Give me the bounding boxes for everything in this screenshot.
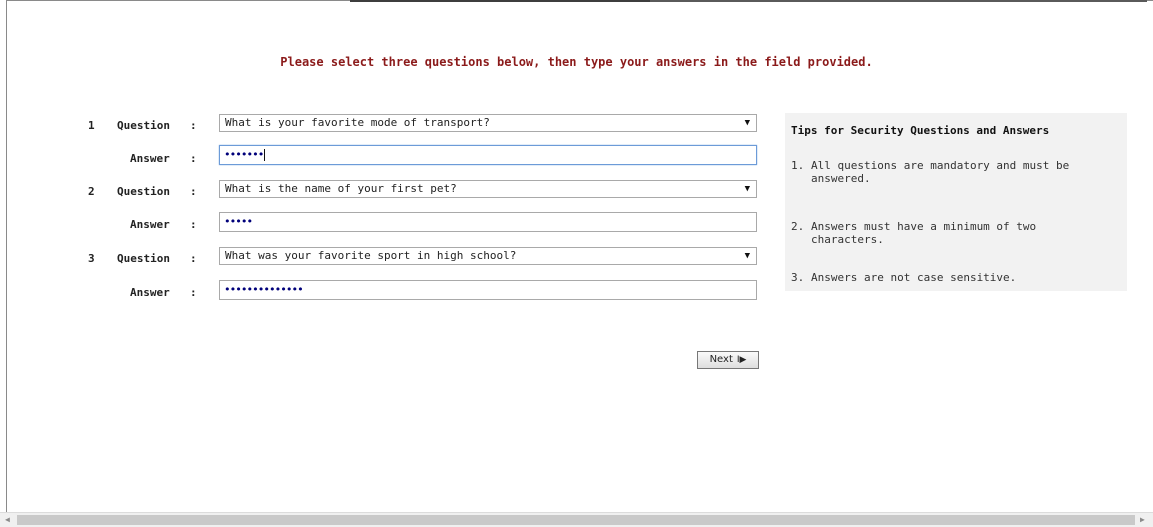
question-select-3-value: What was your favorite sport in high sch… [225, 249, 517, 262]
tip-text: Answers must have a minimum of two chara… [811, 220, 1037, 246]
scrollbar-thumb[interactable] [17, 515, 1135, 525]
tip-number: 3. [791, 271, 805, 284]
next-button-label: Next [709, 354, 733, 365]
answer-colon-2: : [190, 218, 197, 231]
answer-colon-3: : [190, 286, 197, 299]
question-number-1: 1 [88, 119, 95, 132]
answer-colon-1: : [190, 152, 197, 165]
chevron-down-icon: ▼ [744, 118, 750, 128]
text-caret [264, 149, 266, 161]
answer-field-2[interactable]: ••••• [219, 212, 757, 232]
question-colon-1: : [190, 119, 197, 132]
tip-number: 1. [791, 159, 805, 172]
tip-item: 2. Answers must have a minimum of two cha… [791, 220, 1111, 246]
answer-field-3[interactable]: •••••••••••••• [219, 280, 757, 300]
top-divider-right [650, 0, 1147, 2]
tip-text: Answers are not case sensitive. [811, 271, 1017, 284]
question-number-3: 3 [88, 252, 95, 265]
question-number-2: 2 [88, 185, 95, 198]
play-next-icon: I▶ [736, 355, 747, 365]
tip-item: 3. Answers are not case sensitive. [791, 271, 1111, 284]
top-divider [350, 0, 650, 2]
question-select-1-value: What is your favorite mode of transport? [225, 116, 490, 129]
tip-number: 2. [791, 220, 805, 233]
question-select-2[interactable]: What is the name of your first pet? ▼ [219, 180, 757, 198]
question-colon-3: : [190, 252, 197, 265]
question-select-3[interactable]: What was your favorite sport in high sch… [219, 247, 757, 265]
answer-field-1-value: ••••••• [224, 148, 264, 161]
tip-item: 1. All questions are mandatory and must b… [791, 159, 1111, 185]
answer-field-3-value: •••••••••••••• [224, 283, 304, 296]
question-colon-2: : [190, 185, 197, 198]
question-label-3: Question [117, 252, 170, 265]
next-button[interactable]: Next I▶ [697, 351, 759, 369]
answer-field-2-value: ••••• [224, 215, 253, 228]
arrow-left-icon[interactable]: ◀ [5, 514, 10, 526]
chevron-down-icon: ▼ [744, 251, 750, 261]
question-label-1: Question [117, 119, 170, 132]
tips-title: Tips for Security Questions and Answers [791, 124, 1050, 137]
arrow-right-icon[interactable]: ▶ [1140, 514, 1145, 526]
question-label-2: Question [117, 185, 170, 198]
answer-field-1[interactable]: ••••••• [219, 145, 757, 165]
question-select-1[interactable]: What is your favorite mode of transport?… [219, 114, 757, 132]
question-select-2-value: What is the name of your first pet? [225, 182, 457, 195]
chevron-down-icon: ▼ [744, 184, 750, 194]
horizontal-scrollbar[interactable]: ◀ ▶ [0, 512, 1153, 527]
tip-text: All questions are mandatory and must be … [811, 159, 1070, 185]
instruction-text: Please select three questions below, the… [280, 55, 873, 69]
tips-panel: Tips for Security Questions and Answers … [785, 113, 1127, 291]
